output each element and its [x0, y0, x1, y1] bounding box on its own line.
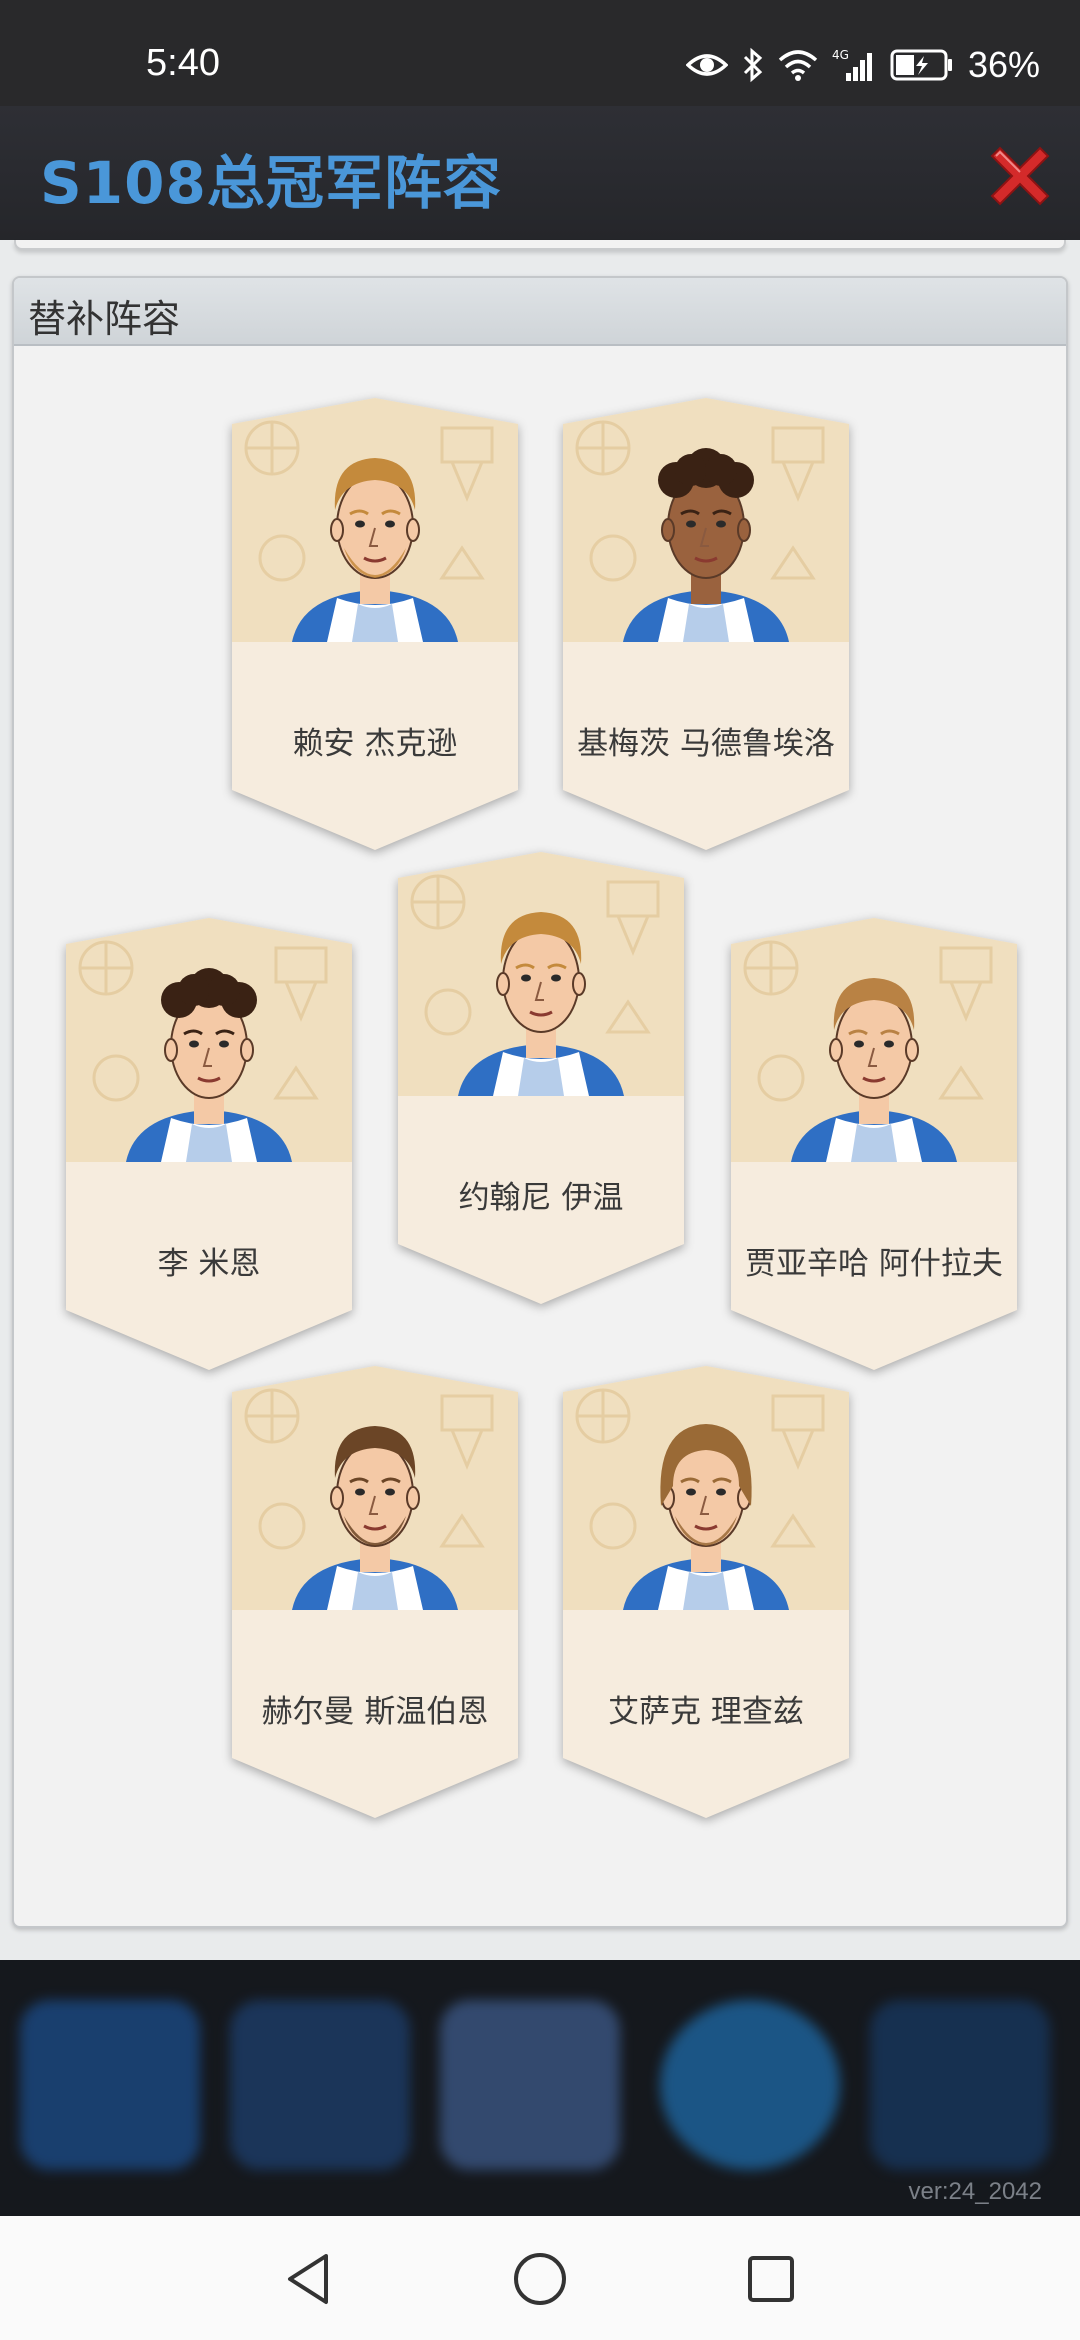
eye-icon [685, 50, 728, 80]
panel-title: 替补阵容 [28, 297, 181, 341]
player-portrait [563, 398, 849, 642]
star-icon [20, 2000, 200, 2170]
dialog-title: S108总冠军阵容 [40, 149, 502, 217]
player-card[interactable]: 李 米恩 [66, 918, 352, 1370]
panel-header: 替补阵容 [14, 278, 1066, 346]
system-nav-bar [0, 2216, 1080, 2340]
player-name: 艾萨克 理查兹 [608, 1694, 804, 1730]
chevron-up-icon [870, 2000, 1050, 2170]
player-card[interactable]: 约翰尼 伊温 [398, 852, 684, 1304]
battery-charging-icon [890, 49, 954, 81]
court-icon [440, 2000, 620, 2170]
previous-panel-edge [14, 240, 1066, 250]
wifi-icon [778, 48, 818, 82]
player-card[interactable]: 赫尔曼 斯温伯恩 [232, 1366, 518, 1818]
battery-percent: 36% [967, 44, 1040, 85]
player-name: 赫尔曼 斯温伯恩 [261, 1694, 489, 1730]
chat-icon [660, 2000, 840, 2170]
dialog-content[interactable]: 替补阵容 赖安 杰克逊 基梅茨 马德鲁埃洛李 米恩 约翰尼 伊温贾亚辛哈 阿什拉夫赫… [0, 240, 1080, 1960]
player-name: 贾亚辛哈 阿什拉夫 [745, 1246, 1003, 1282]
yen-icon [230, 2000, 410, 2170]
player-portrait [731, 918, 1017, 1162]
player-card[interactable]: 艾萨克 理查兹 [563, 1366, 849, 1818]
dialog-header: S108总冠军阵容 [0, 106, 1080, 240]
status-icons: 4G 36% [685, 44, 1040, 86]
player-portrait [563, 1366, 849, 1610]
player-name: 约翰尼 伊温 [458, 1180, 624, 1216]
player-portrait [232, 1366, 518, 1610]
player-name: 李 米恩 [157, 1246, 261, 1282]
player-name: 赖安 杰克逊 [292, 726, 458, 762]
player-portrait [66, 918, 352, 1162]
bluetooth-icon [742, 47, 764, 83]
status-time: 5:40 [146, 42, 220, 84]
player-card[interactable]: 贾亚辛哈 阿什拉夫 [731, 918, 1017, 1370]
player-card[interactable]: 赖安 杰克逊 [232, 398, 518, 850]
back-icon[interactable] [274, 2244, 344, 2314]
close-x-icon [990, 146, 1050, 206]
player-card[interactable]: 基梅茨 马德鲁埃洛 [563, 398, 849, 850]
status-bar: 5:40 4G 36% [0, 0, 1080, 106]
svg-text:4G: 4G [832, 48, 849, 62]
player-portrait [232, 398, 518, 642]
player-name: 基梅茨 马德鲁埃洛 [577, 726, 835, 762]
cellular-4g-icon: 4G [832, 47, 876, 83]
version-label: ver:24_2042 [908, 2178, 1042, 2205]
player-portrait [398, 852, 684, 1096]
recents-icon[interactable] [736, 2244, 806, 2314]
close-button[interactable] [982, 138, 1058, 214]
home-icon[interactable] [505, 2244, 575, 2314]
